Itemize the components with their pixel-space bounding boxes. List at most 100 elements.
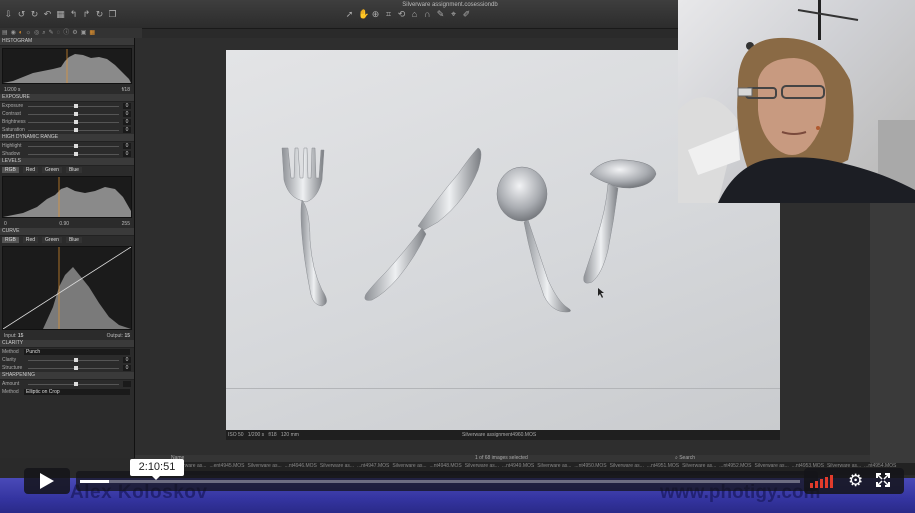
browser-header: Name 1 of 68 images selected ⌕ Search: [135, 455, 915, 462]
copy-icon[interactable]: ❐: [108, 10, 117, 19]
clarity-value[interactable]: 0: [123, 357, 131, 363]
hdr-value[interactable]: 0: [123, 143, 131, 149]
slider-handle-icon[interactable]: [73, 357, 78, 362]
brush-icon[interactable]: ✎: [436, 10, 445, 19]
clarity-rows: Clarity 0 Structure 0: [0, 356, 134, 372]
curve-channel-row: RGB Red Green Blue: [0, 236, 134, 244]
quality-bars-icon[interactable]: [810, 474, 833, 488]
crop-icon[interactable]: ⌗: [384, 10, 393, 19]
hand-icon[interactable]: ✋: [358, 10, 369, 19]
viewer-infobar: ISO 50 1/200 s f/18 120 mm Silverware as…: [226, 430, 780, 440]
vignetting-method-select[interactable]: Elliptic on Crop: [24, 389, 130, 395]
output-tab-icon[interactable]: ⚙: [72, 28, 77, 38]
tool-panel: HISTOGRAM 1/200 s f/18 EXPOSURE Exposure…: [0, 38, 135, 458]
channel-button[interactable]: Blue: [65, 167, 82, 173]
exposure-value[interactable]: 0: [123, 103, 131, 109]
clarity-method-select[interactable]: Punch: [24, 349, 130, 355]
play-icon: [40, 473, 54, 489]
slider-handle-icon[interactable]: [73, 119, 78, 124]
seek-track[interactable]: [80, 480, 800, 483]
exposure-tab-icon[interactable]: ☼: [26, 28, 32, 38]
batch-tab-icon[interactable]: ▣: [81, 28, 87, 38]
levels-high[interactable]: 255: [122, 221, 130, 227]
viewer-aperture: f/18: [268, 432, 277, 438]
undo-icon[interactable]: ↰: [69, 10, 78, 19]
curve-editor[interactable]: [2, 246, 132, 330]
hdr-slider[interactable]: [28, 151, 119, 156]
local-tab-icon[interactable]: ✎: [49, 28, 54, 38]
levels-mid[interactable]: 0.90: [59, 221, 69, 227]
viewer-filename: Silverware assignment4960.MOS: [462, 432, 537, 438]
meta-tab-icon[interactable]: ⓘ: [63, 28, 69, 38]
hdr-value[interactable]: 0: [123, 151, 131, 157]
lens-tab-icon[interactable]: ◎: [34, 28, 39, 38]
browser-search[interactable]: ⌕ Search: [675, 455, 695, 462]
exposure-slider[interactable]: [28, 127, 119, 132]
exposure-slider[interactable]: [28, 111, 119, 116]
mouse-cursor: [598, 288, 604, 298]
exposure-slider[interactable]: [28, 119, 119, 124]
rotate-right-icon[interactable]: ↻: [30, 10, 39, 19]
exposure-value[interactable]: 0: [123, 111, 131, 117]
channel-button[interactable]: Green: [42, 167, 62, 173]
slider-handle-icon[interactable]: [73, 381, 78, 386]
clarity-slider[interactable]: [28, 357, 119, 362]
spoon-shape: [496, 166, 571, 313]
hist-shutter: 1/200 s: [4, 87, 21, 93]
spot-icon[interactable]: ∩: [423, 10, 432, 19]
sharpening-value[interactable]: [123, 381, 131, 387]
grid-view-icon[interactable]: ▦: [89, 28, 95, 38]
detail-tab-icon[interactable]: ⌕: [42, 28, 45, 38]
exposure-label: Contrast: [2, 111, 21, 117]
sharpening-slider[interactable]: [28, 381, 119, 386]
zoom-icon[interactable]: ⊕: [371, 10, 380, 19]
exposure-slider[interactable]: [28, 103, 119, 108]
slider-handle-icon[interactable]: [73, 151, 78, 156]
adjust-tab-icon[interactable]: ◌: [57, 28, 61, 38]
play-button[interactable]: [24, 468, 70, 494]
keystone-icon[interactable]: ⌂: [410, 10, 419, 19]
reload-icon[interactable]: ↻: [95, 10, 104, 19]
channel-button[interactable]: Red: [22, 237, 39, 243]
exposure-value[interactable]: 0: [123, 127, 131, 133]
vignetting-method-row: Method Elliptic on Crop: [0, 388, 134, 396]
slider-handle-icon[interactable]: [73, 111, 78, 116]
channel-button[interactable]: Green: [42, 237, 62, 243]
redo-icon[interactable]: ↱: [82, 10, 91, 19]
channel-button[interactable]: RGB: [2, 237, 19, 243]
curve-output[interactable]: 15: [124, 333, 130, 339]
clarity-slider[interactable]: [28, 365, 119, 370]
channel-button[interactable]: Blue: [65, 237, 82, 243]
slider-handle-icon[interactable]: [73, 365, 78, 370]
slider-handle-icon[interactable]: [73, 143, 78, 148]
exposure-rows: Exposure 0 Contrast 0 Brightness 0 Saturation 0: [0, 102, 134, 134]
color-tab-icon[interactable]: ◐: [19, 28, 23, 38]
rotate-left-icon[interactable]: ↺: [17, 10, 26, 19]
channel-button[interactable]: Red: [22, 167, 39, 173]
slider-handle-icon[interactable]: [73, 127, 78, 132]
curve-input[interactable]: 15: [18, 333, 24, 339]
hdr-rows: Highlight 0 Shadow 0: [0, 142, 134, 158]
delete-icon[interactable]: ▦: [56, 10, 65, 19]
channel-button[interactable]: RGB: [2, 167, 19, 173]
library-tab-icon[interactable]: ▤: [2, 28, 8, 38]
clarity-row: Structure 0: [0, 364, 134, 372]
exposure-value[interactable]: 0: [123, 119, 131, 125]
pointer-icon[interactable]: ➚: [345, 10, 354, 19]
levels-low[interactable]: 0: [4, 221, 7, 227]
reset-icon[interactable]: ↶: [43, 10, 52, 19]
capture-tab-icon[interactable]: ◉: [11, 28, 16, 38]
annotate-icon[interactable]: ✐: [462, 10, 471, 19]
player-right-controls: ⚙: [804, 468, 904, 494]
slider-handle-icon[interactable]: [73, 103, 78, 108]
fullscreen-icon[interactable]: [876, 473, 890, 487]
seek-bar[interactable]: 2:10:51: [76, 459, 818, 491]
clarity-value[interactable]: 0: [123, 365, 131, 371]
picker-icon[interactable]: ⌖: [449, 10, 458, 19]
levels-histogram[interactable]: [2, 176, 132, 218]
gear-icon[interactable]: ⚙: [848, 471, 863, 491]
rotate-tool-icon[interactable]: ⟲: [397, 10, 406, 19]
hdr-slider[interactable]: [28, 143, 119, 148]
import-icon[interactable]: ⇩: [4, 10, 13, 19]
webcam-overlay: [678, 0, 915, 203]
